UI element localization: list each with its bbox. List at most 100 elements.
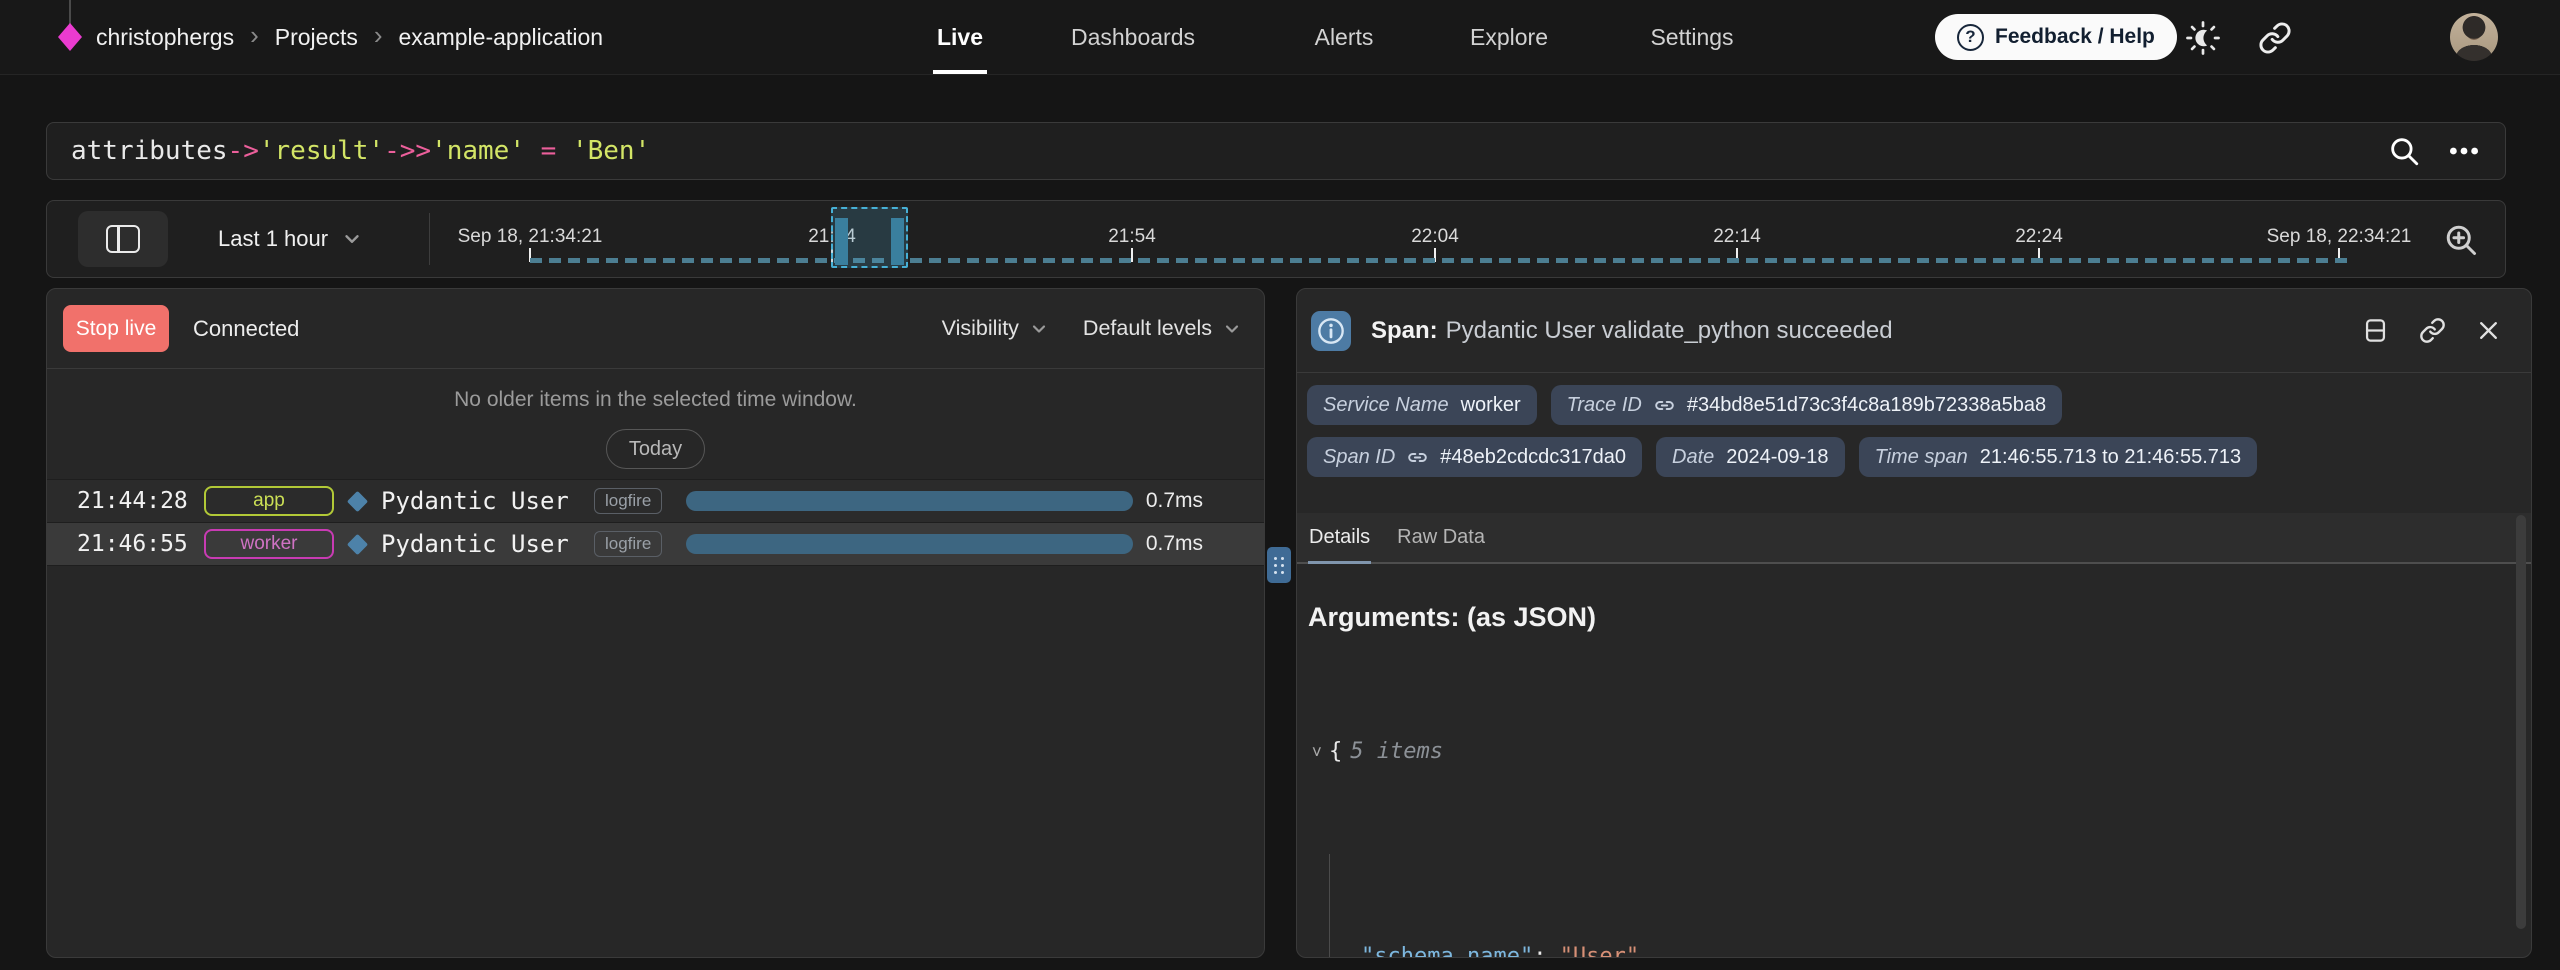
trace-id-badge[interactable]: Trace ID #34bd8e51d73c3f4c8a189b72338a5b… <box>1551 385 2062 425</box>
histogram-bar <box>835 218 848 265</box>
divider <box>429 213 430 265</box>
tab-alerts[interactable]: Alerts <box>1315 0 1374 74</box>
feedback-help-button[interactable]: ? Feedback / Help <box>1935 14 2177 60</box>
query-token: 'name' <box>431 136 525 166</box>
search-icon[interactable] <box>2387 134 2421 168</box>
visibility-dropdown[interactable]: Visibility <box>942 316 1049 341</box>
app-window: christophergs › Projects › example-appli… <box>0 0 2560 970</box>
query-token: ->> <box>384 136 431 166</box>
badge-value: worker <box>1461 394 1521 417</box>
pydantic-logo-icon[interactable] <box>58 23 82 51</box>
theme-toggle-button[interactable] <box>2183 18 2223 58</box>
user-avatar[interactable] <box>2450 13 2498 61</box>
badge-value: 2024-09-18 <box>1726 446 1828 469</box>
timeline-tick-label: Sep 18, 22:34:21 <box>2267 226 2412 248</box>
breadcrumb-separator: › <box>374 22 383 52</box>
panel-resize-handle[interactable] <box>1267 547 1291 583</box>
zoom-in-icon <box>2443 222 2479 258</box>
row-timestamp: 21:46:55 <box>77 523 188 565</box>
more-options-icon[interactable] <box>2447 134 2481 168</box>
timeline-tick-label: Sep 18, 21:34:21 <box>458 226 603 248</box>
badge-label: Trace ID <box>1567 394 1642 417</box>
empty-state: No older items in the selected time wind… <box>47 369 1264 479</box>
empty-state-message: No older items in the selected time wind… <box>47 387 1264 413</box>
badge-value: #48eb2cdcdc317da0 <box>1440 446 1626 469</box>
info-badge <box>1311 311 1351 351</box>
pydantic-diamond-icon <box>347 534 368 555</box>
service-name-badge: Service Name worker <box>1307 385 1537 425</box>
query-token: 'result' <box>259 136 384 166</box>
sidebar-toggle-button[interactable] <box>78 211 168 267</box>
visibility-dropdown-label: Visibility <box>942 316 1019 341</box>
split-view-icon[interactable] <box>2362 317 2389 344</box>
query-token: -> <box>228 136 259 166</box>
today-button[interactable]: Today <box>606 429 705 469</box>
divider <box>47 565 1264 566</box>
duration-bar <box>686 534 1133 554</box>
pydantic-diamond-icon <box>347 491 368 512</box>
badge-value: #34bd8e51d73c3f4c8a189b72338a5ba8 <box>1687 394 2046 417</box>
stop-live-button[interactable]: Stop live <box>63 305 169 352</box>
tab-details[interactable]: Details <box>1308 513 1371 562</box>
badge-value: 21:46:55.713 to 21:46:55.713 <box>1980 446 2241 469</box>
breadcrumb: christophergs › Projects › example-appli… <box>96 0 603 74</box>
json-key: "schema_name" <box>1361 944 1533 958</box>
collapse-caret-icon[interactable]: > <box>1296 747 1337 761</box>
default-levels-dropdown-label: Default levels <box>1083 316 1212 341</box>
time-range-label: Last 1 hour <box>218 226 328 252</box>
copy-link-icon[interactable] <box>2419 317 2446 344</box>
breadcrumb-project-name[interactable]: example-application <box>399 24 604 51</box>
tab-settings[interactable]: Settings <box>1650 0 1733 74</box>
tab-dashboards[interactable]: Dashboards <box>1071 0 1195 74</box>
span-id-badge[interactable]: Span ID #48eb2cdcdc317da0 <box>1307 437 1642 477</box>
timeline-tick-label: 21:54 <box>1108 226 1156 248</box>
span-meta-row: Span ID #48eb2cdcdc317da0 Date 2024-09-1… <box>1297 437 2531 477</box>
question-circle-icon: ? <box>1957 24 1984 51</box>
service-badge: app <box>204 486 334 516</box>
connection-status: Connected <box>193 316 299 342</box>
link-icon <box>2258 21 2292 55</box>
badge-label: Span ID <box>1323 446 1395 469</box>
breadcrumb-projects[interactable]: Projects <box>275 24 358 51</box>
tab-explore[interactable]: Explore <box>1470 0 1548 74</box>
chevron-down-icon <box>1029 319 1049 339</box>
query-token: 'Ben' <box>572 136 650 166</box>
tab-raw-data[interactable]: Raw Data <box>1396 513 1486 562</box>
default-levels-dropdown[interactable]: Default levels <box>1083 316 1242 341</box>
tab-live[interactable]: Live <box>937 0 983 74</box>
query-token: = <box>525 136 572 166</box>
json-entry: "schema_name": "User", <box>1361 936 2531 958</box>
timeline-tick-label: 22:14 <box>1713 226 1761 248</box>
breadcrumb-separator: › <box>250 22 259 52</box>
span-detail-header: Span:Pydantic User validate_python succe… <box>1297 289 2531 373</box>
json-comma: , <box>1639 944 1652 958</box>
breadcrumb-account[interactable]: christophergs <box>96 24 234 51</box>
json-value: "User" <box>1560 944 1639 958</box>
time-range-selector[interactable]: Last 1 hour <box>218 201 363 277</box>
badge-label: Service Name <box>1323 394 1449 417</box>
badge-label: Date <box>1672 446 1714 469</box>
log-row[interactable]: 21:44:28 app Pydantic User logfire 0.7ms <box>47 479 1264 522</box>
close-icon[interactable] <box>2476 318 2501 343</box>
query-input[interactable]: attributes->'result'->>'name' = 'Ben' <box>46 122 2506 180</box>
query-token: attributes <box>71 136 228 166</box>
date-badge: Date 2024-09-18 <box>1656 437 1845 477</box>
json-root-line: >{5 items <box>1309 731 2531 772</box>
span-title: Span:Pydantic User validate_python succe… <box>1371 317 1893 345</box>
row-timestamp: 21:44:28 <box>77 480 188 522</box>
json-colon: : <box>1533 944 1560 958</box>
scrollbar-thumb[interactable] <box>2516 515 2526 929</box>
badge-label: Time span <box>1875 446 1968 469</box>
log-row-selected[interactable]: 21:46:55 worker Pydantic User logfire 0.… <box>47 522 1264 565</box>
timeline-zoom-button[interactable] <box>2441 220 2481 260</box>
histogram-bar <box>891 218 904 265</box>
service-badge: worker <box>204 529 334 559</box>
timeline-track[interactable] <box>530 258 2348 263</box>
timeline-selection[interactable] <box>831 207 908 268</box>
share-link-button[interactable] <box>2255 18 2295 58</box>
detail-tabs: Details Raw Data <box>1297 513 2531 564</box>
time-span-badge: Time span 21:46:55.713 to 21:46:55.713 <box>1859 437 2258 477</box>
chevron-down-icon <box>1222 319 1242 339</box>
timeline-bar: Last 1 hour Sep 18, 21:34:21 21:44 21:54… <box>46 200 2506 278</box>
arguments-heading: Arguments: (as JSON) <box>1308 602 2531 633</box>
